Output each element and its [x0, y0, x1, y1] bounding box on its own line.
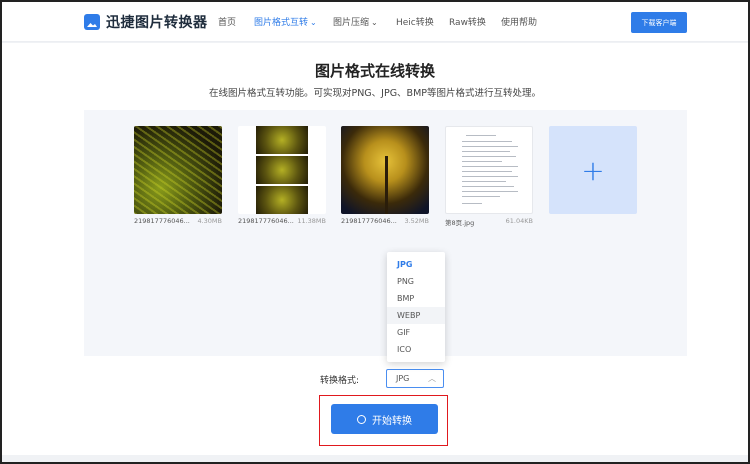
loading-ring-icon	[357, 414, 366, 424]
format-option-ico[interactable]: ICO	[387, 341, 445, 358]
file-size: 11.38MB	[297, 217, 326, 225]
start-convert-button[interactable]: 开始转换	[331, 404, 438, 434]
start-convert-label: 开始转换	[372, 415, 412, 427]
file-name: 219817776046...	[238, 217, 294, 225]
image-preview	[341, 126, 429, 214]
nav-compress[interactable]: 图片压缩 ⌄	[333, 15, 378, 28]
chevron-up-icon: ︿	[428, 374, 436, 383]
file-size: 3.52MB	[404, 217, 429, 225]
document-preview	[445, 126, 533, 214]
file-name: 第8页.jpg	[445, 219, 475, 227]
format-option-webp[interactable]: WEBP	[387, 307, 445, 324]
chevron-down-icon: ⌄	[371, 18, 378, 27]
add-image-button[interactable]: +	[549, 126, 637, 214]
download-client-button[interactable]: 下载客户端	[631, 12, 687, 33]
image-preview	[238, 126, 326, 214]
plus-icon: +	[581, 153, 605, 187]
format-select[interactable]: JPG ︿	[386, 369, 444, 388]
format-option-jpg[interactable]: JPG	[387, 256, 445, 273]
image-preview	[134, 126, 222, 214]
upload-area[interactable]: 219817776046... 4.30MB 219817776046... 1…	[84, 110, 687, 356]
page-title: 图片格式在线转换	[314, 62, 435, 80]
nav-raw[interactable]: Raw转换	[449, 15, 486, 28]
page-subtitle: 在线图片格式互转功能。可实现对PNG、JPG、BMP等图片格式进行互转处理。	[208, 88, 542, 99]
format-dropdown-menu: JPG PNG BMP WEBP GIF ICO	[387, 252, 445, 362]
main-panel: 图片格式在线转换 在线图片格式互转功能。可实现对PNG、JPG、BMP等图片格式…	[2, 43, 748, 455]
file-thumb[interactable]: 219817776046... 4.30MB	[134, 126, 222, 225]
nav-help[interactable]: 使用帮助	[501, 15, 537, 28]
top-header: 迅捷图片转换器 首页 图片格式互转 ⌄ 图片压缩 ⌄ Heic转换 Raw转换 使用…	[2, 2, 748, 42]
file-name: 219817776046...	[134, 217, 190, 225]
file-size: 61.04KB	[505, 217, 533, 225]
file-thumb[interactable]: 第8页.jpg 61.04KB	[445, 126, 533, 227]
nav-heic[interactable]: Heic转换	[396, 15, 434, 28]
format-option-bmp[interactable]: BMP	[387, 290, 445, 307]
chevron-down-icon: ⌄	[310, 18, 317, 27]
file-size: 4.30MB	[197, 217, 222, 225]
format-option-png[interactable]: PNG	[387, 273, 445, 290]
file-thumb[interactable]: 219817776046... 3.52MB	[341, 126, 429, 225]
nav-home[interactable]: 首页	[218, 15, 236, 28]
nav-format-convert[interactable]: 图片格式互转 ⌄	[254, 15, 317, 28]
file-name: 219817776046...	[341, 217, 397, 225]
format-selected-value: JPG	[396, 374, 410, 383]
format-label: 转换格式:	[320, 376, 360, 386]
file-thumb[interactable]: 219817776046... 11.38MB	[238, 126, 326, 225]
format-option-gif[interactable]: GIF	[387, 324, 445, 341]
